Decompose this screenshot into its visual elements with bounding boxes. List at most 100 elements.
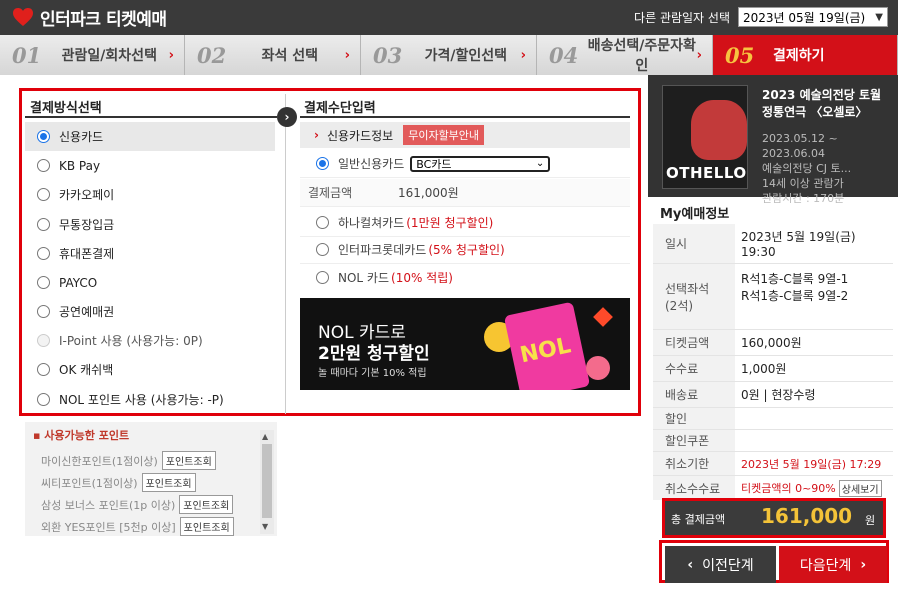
detail-button[interactable]: 상세보기 [838, 479, 882, 497]
method-ok-cashbag[interactable]: OK 캐쉬백 [25, 355, 275, 384]
input-title: 결제수단입력 [304, 101, 376, 116]
radio-icon[interactable] [37, 393, 50, 406]
radio-icon[interactable] [37, 218, 50, 231]
card-option-lotte[interactable]: 인터파크롯데카드 (5% 청구할인) [300, 236, 630, 264]
card-option-name: 인터파크롯데카드 [338, 243, 427, 257]
radio-icon[interactable] [37, 363, 50, 376]
show-venue: 예술의전당 CJ 토... [762, 162, 852, 175]
general-card-label: 일반신용카드 [338, 157, 405, 171]
point-lookup-button[interactable]: 포인트조회 [141, 473, 196, 492]
spark-icon [593, 307, 613, 327]
method-payco[interactable]: PAYCO [25, 268, 275, 297]
radio-icon[interactable] [316, 157, 329, 170]
radio-icon[interactable] [37, 276, 50, 289]
info-row-fee: 수수료 1,000원 [653, 356, 893, 382]
method-bank-transfer[interactable]: 무통장입금 [25, 210, 275, 239]
point-lookup-button[interactable]: 포인트조회 [161, 451, 216, 470]
chevron-right-icon: › [860, 556, 867, 573]
method-label: I-Point 사용 (사용가능: 0P) [59, 334, 203, 348]
show-period-end: 2023.06.04 [762, 147, 825, 160]
info-value: 160,000원 [741, 336, 802, 350]
info-key: 일시 [653, 224, 735, 263]
points-title-text: 사용가능한 포인트 [44, 429, 130, 442]
next-label: 다음단계 [799, 557, 852, 574]
card-option-nol[interactable]: NOL 카드 (10% 적립) [300, 263, 630, 291]
date-select[interactable]: 2023년 05월 19일(금) ▼ [738, 7, 888, 27]
info-key: 취소기한 [653, 452, 735, 475]
info-row-ticket: 티켓금액 160,000원 [653, 330, 893, 356]
logo-text: 인터파크 티켓예매 [40, 9, 167, 30]
chevron-down-icon: ⌄ [535, 158, 545, 169]
amount-row: 결제금액 161,000원 [300, 179, 630, 207]
point-name: 삼성 보너스 포인트(1p 이상) [41, 498, 176, 512]
scroll-up-icon[interactable]: ▲ [262, 432, 268, 441]
step-2[interactable]: 02 좌석 선택 › [185, 35, 361, 75]
card-select[interactable]: BC카드 ⌄ [410, 155, 551, 172]
info-row-date: 일시 2023년 5월 19일(금) 19:30 [653, 224, 893, 264]
points-scrollbar[interactable]: ▲ ▼ [260, 430, 274, 534]
method-label: 공연예매권 [59, 305, 115, 319]
interpark-logo[interactable]: 인터파크 티켓예매 [12, 5, 167, 30]
point-row: 마이신한포인트(1점이상) 포인트조회 [41, 451, 216, 470]
nol-card-banner[interactable]: NOL 카드로 2만원 청구할인 놀 때마다 기본 10% 적립 NOL [300, 298, 630, 390]
amount-label: 결제금액 [308, 186, 353, 200]
time-value: 19:30 [741, 245, 776, 259]
poster-figure [691, 100, 747, 160]
card-option-hana[interactable]: 하나컬쳐카드 (1만원 청구할인) [300, 209, 630, 237]
card-select-value: BC카드 [416, 157, 452, 171]
radio-icon[interactable] [37, 305, 50, 318]
info-row-discount: 할인 [653, 408, 893, 430]
step-label: 가격/할인선택 [424, 48, 508, 64]
total-unit: 원 [865, 514, 876, 527]
chevron-right-icon: › [520, 47, 526, 63]
info-key: 수수료 [653, 356, 735, 381]
info-key: 티켓금액 [653, 330, 735, 355]
installment-info-button[interactable]: 무이자할부안내 [403, 125, 485, 145]
available-points-box: ▪ 사용가능한 포인트 마이신한포인트(1점이상) 포인트조회 씨티포인트(1점이… [25, 422, 277, 536]
method-kakaopay[interactable]: 카카오페이 [25, 180, 275, 209]
payment-method-panel: 결제방식선택 신용카드 KB Pay 카카오페이 무통장입금 휴대폰결제 PAY… [25, 94, 286, 414]
method-kb-pay[interactable]: KB Pay [25, 151, 275, 180]
heart-logo-icon [13, 8, 33, 26]
poster-title: OTHELLO [666, 164, 747, 182]
next-step-button[interactable]: 다음단계 › [779, 546, 887, 583]
scroll-thumb[interactable] [262, 444, 272, 518]
card-option-name: NOL 카드 [338, 270, 390, 285]
step-number: 03 [373, 42, 403, 68]
banner-line2: 2만원 청구할인 [318, 344, 430, 364]
nol-card-text: NOL [517, 333, 574, 369]
method-credit-card[interactable]: 신용카드 [25, 122, 275, 151]
point-lookup-button[interactable]: 포인트조회 [179, 517, 234, 536]
point-lookup-button[interactable]: 포인트조회 [179, 495, 234, 514]
header-bar: 인터파크 티켓예매 다른 관람일자 선택 2023년 05월 19일(금) ▼ [0, 0, 898, 35]
step-3[interactable]: 03 가격/할인선택 › [361, 35, 537, 75]
radio-icon[interactable] [37, 188, 50, 201]
radio-icon[interactable] [37, 130, 50, 143]
scroll-down-icon[interactable]: ▼ [262, 522, 268, 531]
radio-icon[interactable] [37, 159, 50, 172]
card-info-label: 신용카드정보 [326, 128, 394, 143]
radio-icon[interactable] [37, 247, 50, 260]
info-key: 선택좌석 (2석) [653, 264, 735, 329]
prev-step-button[interactable]: ‹ 이전단계 [665, 546, 776, 583]
card-option-benefit: (1만원 청구할인) [406, 216, 494, 230]
step-number: 04 [549, 42, 579, 68]
chevron-right-icon: › [696, 47, 702, 63]
other-date-label: 다른 관람일자 선택 [634, 10, 730, 25]
method-voucher[interactable]: 공연예매권 [25, 297, 275, 326]
radio-icon[interactable] [316, 243, 329, 256]
method-title: 결제방식선택 [30, 101, 102, 116]
method-label: OK 캐쉬백 [59, 363, 114, 377]
show-poster: OTHELLO [662, 85, 748, 189]
info-row-delivery: 배송료 0원 | 현장수령 [653, 382, 893, 408]
step-4[interactable]: 04 배송선택/주문자확인 › [537, 35, 713, 75]
method-nol-point[interactable]: NOL 포인트 사용 (사용가능: -P) [25, 385, 275, 414]
radio-icon[interactable] [316, 216, 329, 229]
date-select-value: 2023년 05월 19일(금) [743, 10, 866, 25]
info-key: 취소수수료 [653, 476, 735, 500]
radio-icon[interactable] [316, 270, 329, 284]
step-1[interactable]: 01 관람일/회차선택 › [0, 35, 185, 75]
step-5-current: 05 결제하기 [713, 35, 898, 75]
method-mobile[interactable]: 휴대폰결제 [25, 239, 275, 268]
info-row-cancel-deadline: 취소기한 2023년 5월 19일(금) 17:29 [653, 452, 893, 476]
